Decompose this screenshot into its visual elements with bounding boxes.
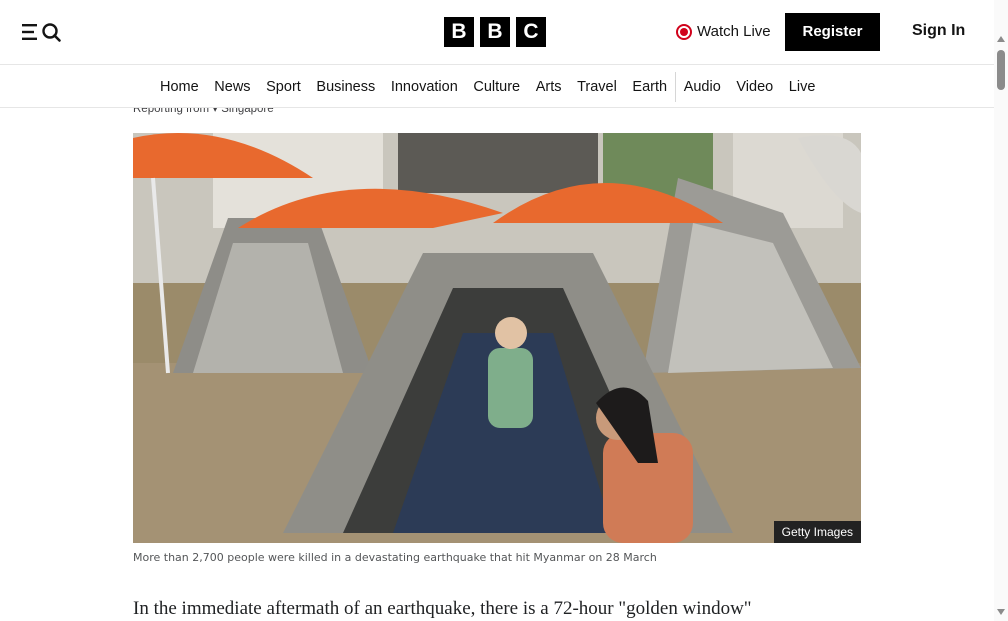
register-button[interactable]: Register: [785, 13, 880, 51]
article-paragraph: In the immediate aftermath of an earthqu…: [133, 598, 752, 619]
sign-in-link[interactable]: Sign In: [912, 22, 965, 40]
nav-item-news[interactable]: News: [206, 66, 258, 108]
nav-item-business[interactable]: Business: [309, 66, 383, 108]
scrollbar-thumb[interactable]: [997, 50, 1005, 90]
nav-item-innovation[interactable]: Innovation: [383, 66, 466, 108]
nav-item-travel[interactable]: Travel: [569, 66, 624, 108]
nav-item-audio[interactable]: Audio: [676, 66, 729, 108]
logo-letter: B: [444, 17, 474, 47]
main-nav: Home News Sport Business Innovation Cult…: [0, 66, 994, 108]
nav-item-video[interactable]: Video: [729, 66, 781, 108]
logo-letter: B: [480, 17, 510, 47]
image-caption: More than 2,700 people were killed in a …: [133, 551, 657, 564]
nav-item-arts[interactable]: Arts: [528, 66, 569, 108]
nav-item-sport[interactable]: Sport: [258, 66, 308, 108]
scroll-down-arrow-icon[interactable]: [997, 609, 1005, 615]
bbc-logo[interactable]: B B C: [444, 17, 546, 47]
scroll-up-arrow-icon[interactable]: [997, 36, 1005, 42]
watch-live-link[interactable]: Watch Live: [676, 23, 771, 40]
live-dot-icon: [676, 23, 692, 40]
tent-camp-photo: [133, 133, 861, 543]
nav-item-earth[interactable]: Earth: [625, 66, 675, 108]
nav-item-home[interactable]: Home: [160, 66, 206, 108]
site-header: B B C Watch Live Register Sign In: [0, 0, 994, 65]
watch-live-label: Watch Live: [697, 23, 771, 40]
nav-item-live[interactable]: Live: [781, 66, 823, 108]
menu-icon: [22, 23, 61, 42]
article-image: Getty Images: [133, 133, 861, 543]
page-scrollbar[interactable]: [994, 0, 1008, 621]
menu-search-button[interactable]: [21, 20, 63, 44]
nav-item-culture[interactable]: Culture: [466, 66, 528, 108]
logo-letter: C: [516, 17, 546, 47]
image-credit: Getty Images: [773, 521, 861, 543]
